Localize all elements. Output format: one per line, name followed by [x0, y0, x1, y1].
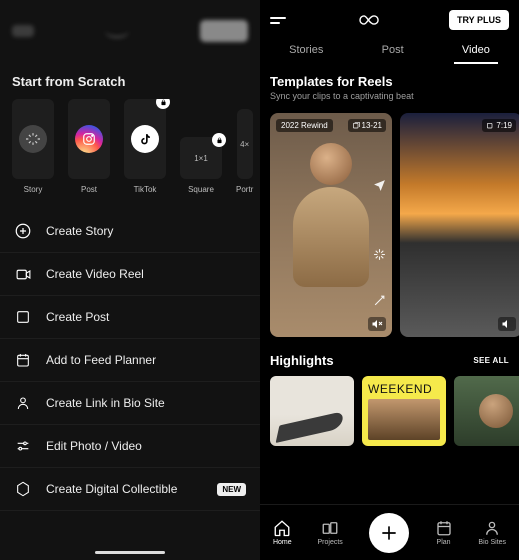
logo-icon [353, 12, 381, 28]
row-label: Add to Feed Planner [46, 353, 156, 367]
highlights-header: Highlights SEE ALL [260, 337, 519, 376]
mute-icon[interactable] [498, 317, 516, 331]
try-plus-blurred [200, 20, 248, 42]
reels-section-header: Templates for Reels Sync your clips to a… [260, 64, 519, 103]
row-add-planner[interactable]: Add to Feed Planner [0, 339, 260, 382]
row-create-post[interactable]: Create Post [0, 296, 260, 339]
row-label: Create Video Reel [46, 267, 144, 281]
tab-stories[interactable]: Stories [287, 38, 325, 64]
sliders-icon [14, 437, 32, 455]
blurred-header [0, 0, 260, 62]
row-create-nft[interactable]: Create Digital Collectible NEW [0, 468, 260, 511]
tile-portrait[interactable]: 4× Portr [236, 99, 253, 194]
row-label: Edit Photo / Video [46, 439, 142, 453]
row-label: Create Post [46, 310, 109, 324]
plane-icon [373, 178, 386, 191]
tile-post[interactable]: Post [68, 99, 110, 194]
row-label: Create Link in Bio Site [46, 396, 165, 410]
tile-story[interactable]: Story [12, 99, 54, 194]
tile-label: Story [24, 185, 43, 194]
section-title: Start from Scratch [0, 62, 260, 99]
section-subtitle: Sync your clips to a captivating beat [270, 91, 509, 101]
nav-label: Projects [318, 539, 343, 546]
video-icon [14, 265, 32, 283]
tile-tiktok[interactable]: TikTok [124, 99, 166, 194]
reels-templates-row: 2022 Rewind 13-21 7:19 [260, 103, 519, 337]
nav-projects[interactable]: Projects [318, 519, 343, 546]
nav-home[interactable]: Home [273, 519, 292, 546]
lock-icon [156, 99, 170, 109]
mute-icon[interactable] [368, 317, 386, 331]
tiktok-icon [131, 125, 159, 153]
tab-post[interactable]: Post [380, 38, 406, 64]
row-label: Create Digital Collectible [46, 482, 177, 496]
nav-plan[interactable]: Plan [435, 519, 453, 546]
row-create-story[interactable]: Create Story [0, 210, 260, 253]
create-fab[interactable] [369, 513, 409, 553]
calendar-icon [14, 351, 32, 369]
projects-icon [321, 519, 339, 537]
new-badge: NEW [217, 483, 246, 496]
section-title: Templates for Reels [270, 74, 509, 89]
tile-label: Portr [236, 185, 253, 194]
try-plus-button[interactable]: TRY PLUS [449, 10, 509, 30]
home-icon [273, 519, 291, 537]
reel-template-card[interactable]: 7:19 [400, 113, 519, 337]
clips-icon [486, 122, 494, 130]
reel-duration-badge: 13-21 [348, 119, 386, 132]
square-icon [14, 308, 32, 326]
content-type-tabs: Stories Post Video [260, 34, 519, 64]
clips-icon [352, 122, 360, 130]
tile-label: TikTok [134, 185, 157, 194]
row-label: Create Story [46, 224, 113, 238]
reel-duration-badge: 7:19 [482, 119, 516, 132]
plus-circle-icon [14, 222, 32, 240]
row-edit-media[interactable]: Edit Photo / Video [0, 425, 260, 468]
nav-label: Bio Sites [478, 539, 506, 546]
calendar-icon [435, 519, 453, 537]
ratio-label: 1×1 [194, 154, 208, 163]
scratch-tiles: Story Post TikTok [0, 99, 260, 194]
see-all-button[interactable]: SEE ALL [473, 356, 509, 365]
highlight-card[interactable] [270, 376, 354, 446]
section-title: Highlights [270, 353, 334, 368]
tab-video[interactable]: Video [460, 38, 492, 64]
reel-tag: 2022 Rewind [276, 119, 333, 132]
ratio-label: 4× [240, 140, 249, 149]
create-sheet-pane: Start from Scratch Story Post [0, 0, 260, 560]
top-bar: TRY PLUS [260, 0, 519, 34]
tile-square[interactable]: 1×1 Square [180, 99, 222, 194]
plus-icon [379, 523, 399, 543]
highlight-card[interactable]: WEEKEND [362, 376, 446, 446]
menu-icon [12, 25, 34, 37]
tile-label: Square [188, 185, 214, 194]
person-icon [483, 519, 501, 537]
tile-label: Post [81, 185, 97, 194]
person-icon [14, 394, 32, 412]
lock-icon [212, 133, 226, 147]
menu-button[interactable] [270, 17, 286, 24]
nav-label: Plan [437, 539, 451, 546]
instagram-icon [75, 125, 103, 153]
sparkle-icon [373, 248, 386, 261]
nav-biosites[interactable]: Bio Sites [478, 519, 506, 546]
home-pane: TRY PLUS Stories Post Video Templates fo… [260, 0, 519, 560]
nav-label: Home [273, 539, 292, 546]
logo-icon [105, 24, 129, 38]
hexagon-icon [14, 480, 32, 498]
highlight-title: WEEKEND [368, 382, 440, 396]
highlight-photo [368, 399, 440, 440]
row-create-reel[interactable]: Create Video Reel [0, 253, 260, 296]
row-link-biosite[interactable]: Create Link in Bio Site [0, 382, 260, 425]
highlights-row: WEEKEND [260, 376, 519, 446]
action-list: Create Story Create Video Reel Create Po… [0, 210, 260, 511]
reel-template-card[interactable]: 2022 Rewind 13-21 [270, 113, 392, 337]
home-indicator [95, 551, 165, 554]
sparkle-icon [19, 125, 47, 153]
highlight-card[interactable] [454, 376, 519, 446]
bottom-nav: Home Projects Plan Bio Sites [260, 504, 519, 560]
wand-icon [373, 294, 386, 307]
